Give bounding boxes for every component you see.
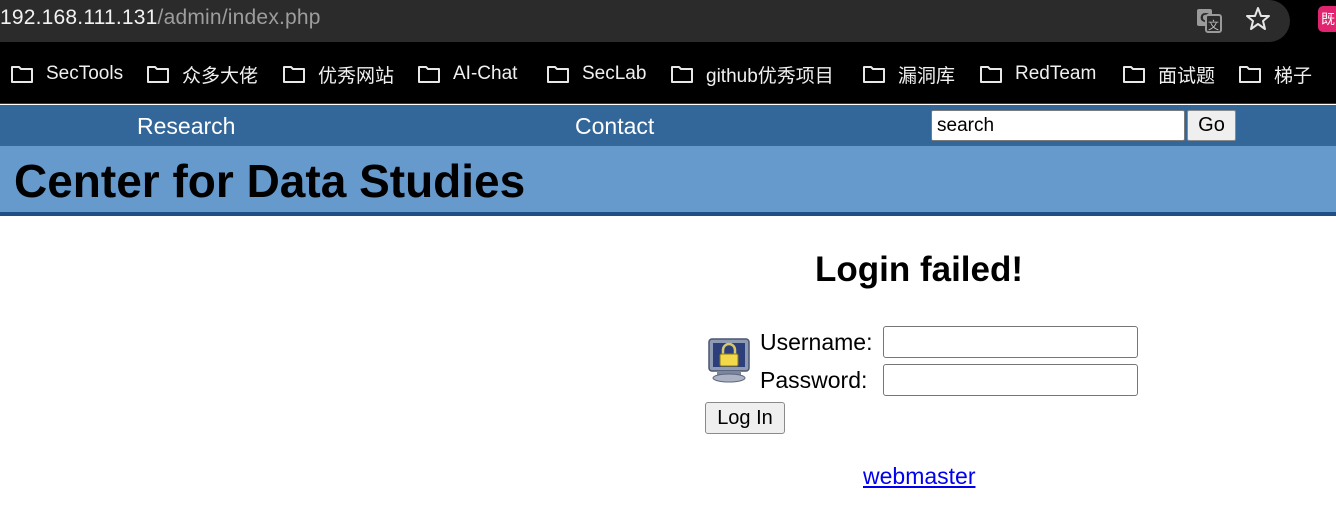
search-input[interactable] [931,110,1185,141]
bookmark-label: 漏洞库 [898,65,956,87]
bookmark-label: SecLab [582,63,647,84]
site-title: Center for Data Studies [14,155,526,207]
bookmark-good-sites[interactable]: 优秀网站 [282,61,394,87]
nav-research-link[interactable]: Research [137,113,235,140]
extension-icon[interactable]: 既 [1318,6,1336,32]
username-field[interactable] [883,326,1138,358]
bookmark-label: 面试题 [1158,65,1216,87]
bookmark-label: github优秀项目 [706,65,834,87]
url-text[interactable]: 192.168.111.131/admin/index.php [0,6,321,30]
bookmarks-bar: SecTools 众多大佬 优秀网站 AI-Chat SecLab github… [0,44,1336,104]
browser-address-bar: 192.168.111.131/admin/index.php G 文 既 [0,0,1336,44]
folder-icon [147,66,169,83]
svg-text:文: 文 [1208,18,1219,32]
folder-icon [283,66,305,83]
folder-icon [547,66,569,83]
bookmark-bigshots[interactable]: 众多大佬 [146,61,258,87]
folder-icon [863,66,885,83]
lock-icon [708,338,750,383]
bookmark-github-projects[interactable]: github优秀项目 [670,61,834,87]
bookmark-label: AI-Chat [453,63,518,84]
bookmark-label: 梯子 [1274,65,1313,87]
site-header: Center for Data Studies [0,146,1336,216]
folder-icon [1123,66,1145,83]
bookmark-label: 优秀网站 [318,65,395,87]
folder-icon [1239,66,1261,83]
bookmark-star-icon[interactable] [1244,5,1272,33]
bookmark-label: SecTools [46,63,124,84]
nav-contact-link[interactable]: Contact [575,113,654,140]
bookmark-seclab[interactable]: SecLab [546,61,646,87]
bookmark-label: RedTeam [1015,63,1097,84]
folder-icon [671,66,693,83]
go-button[interactable]: Go [1187,110,1236,141]
bookmark-label: 众多大佬 [182,65,259,87]
username-label: Username: [760,329,873,355]
folder-icon [11,66,33,83]
password-field[interactable] [883,364,1138,396]
login-button[interactable]: Log In [705,402,785,434]
webmaster-link[interactable]: webmaster [863,463,975,490]
translate-icon[interactable]: G 文 [1195,6,1223,34]
login-status-heading: Login failed! [815,250,1024,289]
bookmark-redteam[interactable]: RedTeam [979,61,1096,87]
bookmark-ladder[interactable]: 梯子 [1238,61,1312,87]
bookmark-sectools[interactable]: SecTools [10,61,123,87]
bookmark-vuln-db[interactable]: 漏洞库 [862,61,955,87]
url-path: /admin/index.php [157,6,321,29]
bookmark-ai-chat[interactable]: AI-Chat [417,61,517,87]
bookmark-interview[interactable]: 面试题 [1122,61,1215,87]
folder-icon [418,66,440,83]
url-host: 192.168.111.131 [0,6,158,29]
password-label: Password: [760,367,868,393]
folder-icon [980,66,1002,83]
